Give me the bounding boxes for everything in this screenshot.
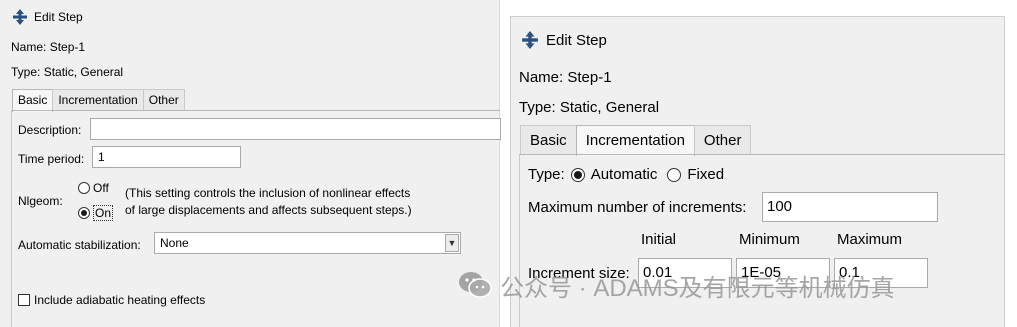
chevron-down-icon[interactable]: ▼	[445, 234, 459, 252]
increment-size-label: Increment size:	[528, 265, 630, 282]
stabilization-value: None	[160, 236, 189, 250]
stabilization-label: Automatic stabilization:	[18, 238, 141, 252]
nlgeom-on-option[interactable]: On	[78, 205, 114, 221]
max-increments-input[interactable]: 100	[762, 192, 938, 222]
tab-incrementation[interactable]: Incrementation	[575, 125, 695, 156]
step-type-row: Type: Static, General	[519, 99, 659, 116]
time-period-input[interactable]: 1	[92, 146, 241, 168]
step-name-row: Name: Step-1	[11, 40, 85, 54]
tab-other[interactable]: Other	[142, 89, 185, 111]
incrementation-tab-panel: Type: Automatic Fixed Maximum number of …	[519, 154, 1005, 327]
dialog-title: Edit Step	[546, 31, 607, 49]
name-label: Name:	[11, 40, 47, 54]
adiabatic-label: Include adiabatic heating effects	[34, 293, 206, 307]
type-value: Static, General	[43, 65, 124, 79]
increment-type-label: Type:	[528, 166, 565, 183]
nlgeom-label: Nlgeom:	[18, 194, 63, 208]
tab-basic[interactable]: Basic	[520, 125, 577, 155]
dialog-title-bar: Edit Step	[521, 31, 607, 49]
edit-step-dialog-left: Edit Step Name: Step-1 Type: Static, Gen…	[0, 0, 501, 327]
name-label: Name:	[519, 69, 564, 86]
stabilization-select[interactable]: None ▼	[154, 232, 461, 254]
fixed-radio[interactable]	[667, 167, 682, 182]
nlgeom-note-line2: of large displacements and affects subse…	[125, 203, 412, 217]
nlgeom-on-label: On	[93, 205, 114, 221]
nlgeom-off-option[interactable]: Off	[78, 181, 109, 195]
basic-tab-panel: Description: Time period: 1 Nlgeom: Off …	[11, 110, 501, 327]
increment-initial-input[interactable]: 0.01	[638, 258, 732, 288]
step-name-row: Name: Step-1	[519, 69, 612, 86]
automatic-radio[interactable]	[570, 167, 585, 182]
automatic-label[interactable]: Automatic	[591, 166, 658, 183]
increment-minimum-input[interactable]: 1E-05	[736, 258, 830, 288]
name-value: Step-1	[49, 40, 86, 54]
tab-bar: Basic Incrementation Other	[12, 89, 185, 112]
fixed-label[interactable]: Fixed	[687, 166, 724, 183]
tab-incrementation[interactable]: Incrementation	[52, 89, 144, 111]
step-type-row: Type: Static, General	[11, 65, 123, 79]
nlgeom-off-radio[interactable]	[78, 182, 90, 194]
max-increments-label: Maximum number of increments:	[528, 199, 747, 216]
edit-step-dialog-right: Edit Step Name: Step-1 Type: Static, Gen…	[510, 16, 1005, 327]
tab-other[interactable]: Other	[693, 125, 752, 155]
adiabatic-checkbox[interactable]	[18, 294, 30, 306]
description-label: Description:	[18, 123, 82, 137]
name-value: Step-1	[567, 69, 612, 86]
move-arrows-icon	[13, 9, 27, 25]
nlgeom-on-radio[interactable]	[78, 207, 90, 219]
column-initial-header: Initial	[641, 231, 677, 248]
increment-maximum-input[interactable]: 0.1	[834, 258, 928, 288]
dialog-title: Edit Step	[34, 10, 83, 24]
column-minimum-header: Minimum	[739, 231, 800, 248]
time-period-label: Time period:	[18, 152, 85, 166]
tab-bar: Basic Incrementation Other	[520, 125, 752, 156]
dialog-title-bar: Edit Step	[12, 8, 83, 26]
move-arrows-icon	[522, 31, 538, 49]
adiabatic-option[interactable]: Include adiabatic heating effects	[18, 293, 205, 307]
nlgeom-note-line1: (This setting controls the inclusion of …	[125, 186, 411, 200]
tab-basic[interactable]: Basic	[12, 89, 54, 112]
increment-type-row: Type: Automatic Fixed	[528, 166, 724, 183]
nlgeom-off-label: Off	[93, 181, 109, 195]
column-maximum-header: Maximum	[837, 231, 903, 248]
type-label: Type:	[11, 65, 41, 79]
description-input[interactable]	[90, 118, 501, 140]
type-value: Static, General	[559, 99, 660, 116]
type-label: Type:	[519, 99, 556, 116]
